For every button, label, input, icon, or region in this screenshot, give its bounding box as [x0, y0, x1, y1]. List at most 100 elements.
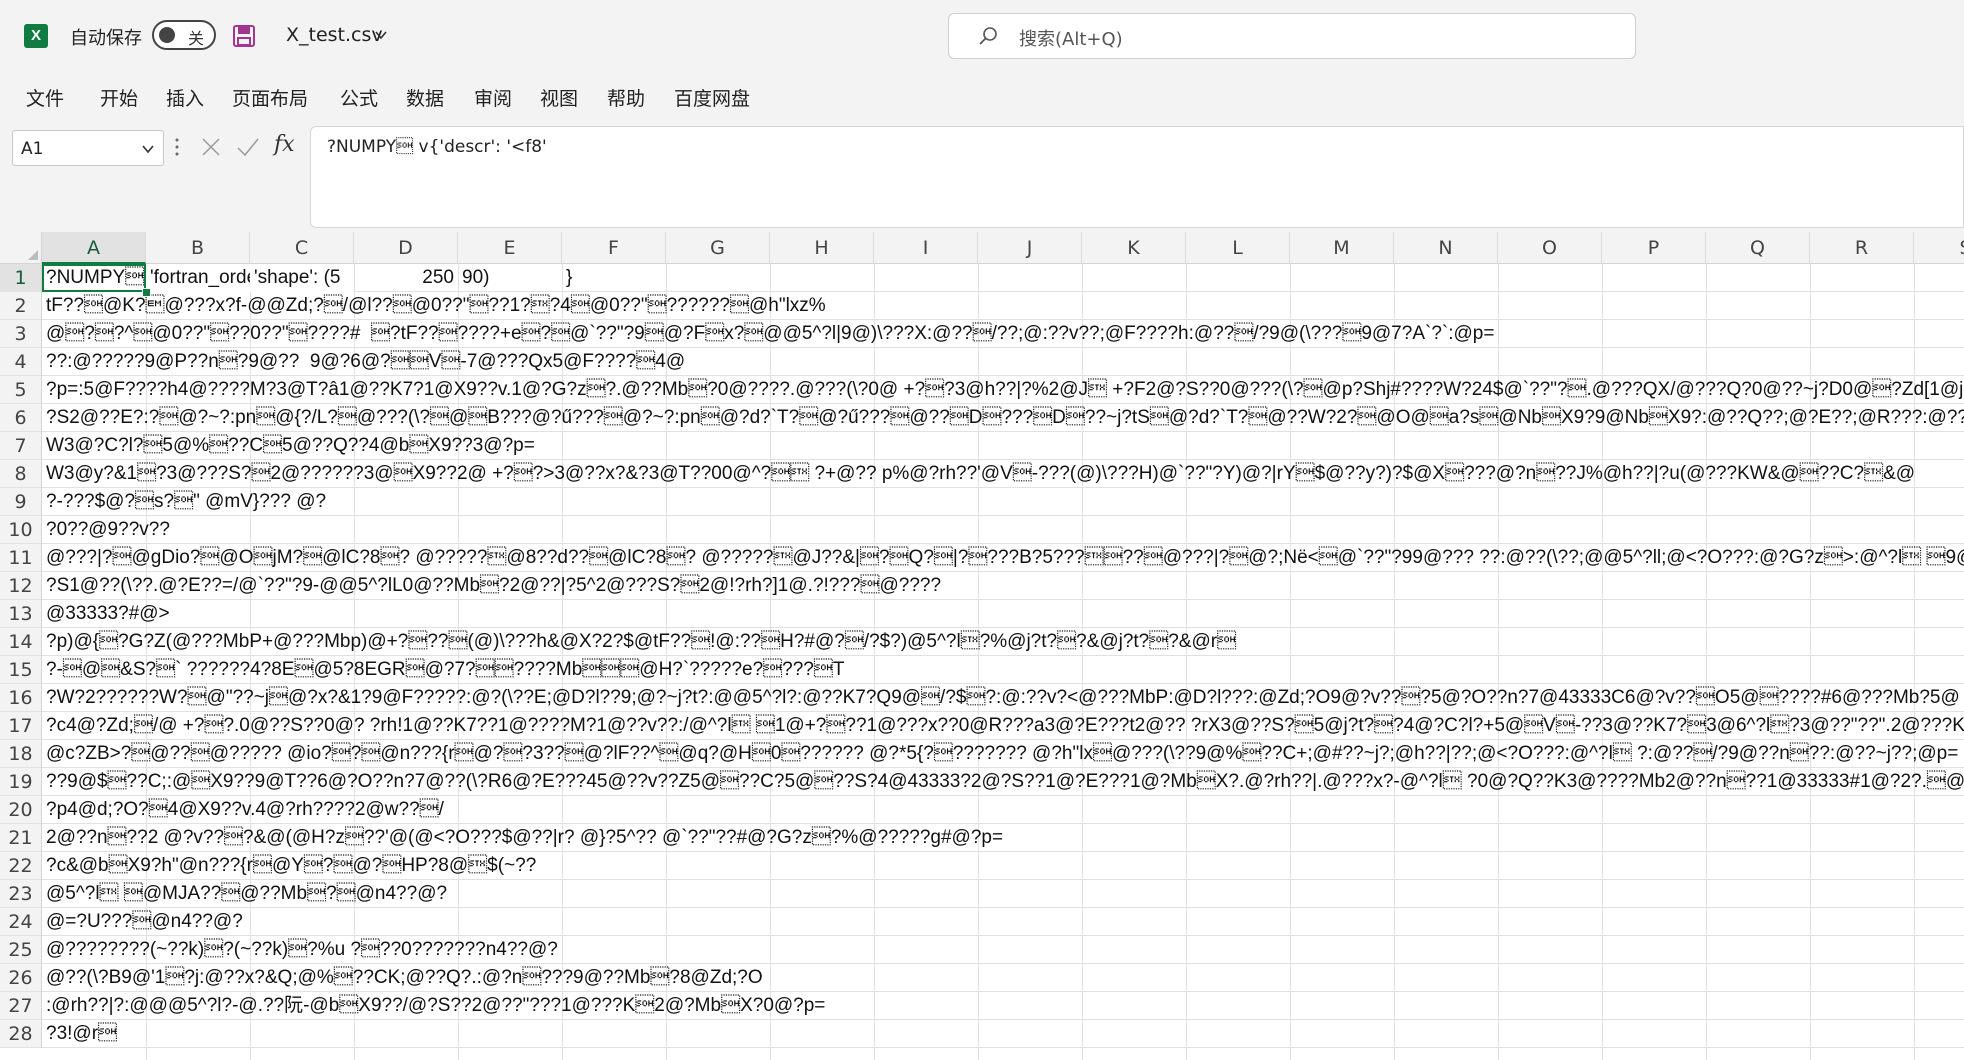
row-header-12[interactable]: 12 [0, 572, 42, 600]
row-header-21[interactable]: 21 [0, 824, 42, 852]
column-header-Q[interactable]: Q [1706, 232, 1810, 264]
cell-A22[interactable]: ?c&@bX9?h"@n???{r@Y?@?HP?8@$(~?? [42, 852, 536, 880]
column-header-O[interactable]: O [1498, 232, 1602, 264]
row-header-20[interactable]: 20 [0, 796, 42, 824]
cancel-icon[interactable] [200, 136, 222, 158]
row-header-28[interactable]: 28 [0, 1020, 42, 1048]
column-header-P[interactable]: P [1602, 232, 1706, 264]
row-header-13[interactable]: 13 [0, 600, 42, 628]
cell-A26[interactable]: @??(\?B9@'1?j:@??x?&Q;@%??CK;@??Q?.:@?… [42, 964, 763, 992]
cell-A4[interactable]: ??:@?????9@P??n?9@?? 9@?6@?V-7@???Qx… [42, 348, 685, 376]
row-header-7[interactable]: 7 [0, 432, 42, 460]
column-header-N[interactable]: N [1394, 232, 1498, 264]
column-header-C[interactable]: C [250, 232, 354, 264]
cell-A25[interactable]: @????????(~??k)?(~??k)?%u ???0???????… [42, 936, 558, 964]
tab-page-layout[interactable]: 页面布局 [232, 84, 308, 111]
cell-A18[interactable]: @c?ZB>?@??@????? @io??@n???{r@??3?… [42, 740, 1958, 768]
cell-C1[interactable]: 'shape': (5 [250, 264, 354, 292]
cell-F1[interactable]: } [562, 264, 666, 292]
select-all-corner[interactable] [0, 232, 42, 264]
checkmark-icon[interactable] [236, 136, 260, 158]
column-header-M[interactable]: M [1290, 232, 1394, 264]
row-header-2[interactable]: 2 [0, 292, 42, 320]
tab-help[interactable]: 帮助 [607, 84, 645, 111]
column-header-L[interactable]: L [1186, 232, 1290, 264]
tab-home[interactable]: 开始 [100, 84, 138, 111]
row-header-16[interactable]: 16 [0, 684, 42, 712]
tab-data[interactable]: 数据 [406, 84, 444, 111]
cell-A17[interactable]: ?c4@?Zd;/@ +??.0@??S??0@? ?rh!1@??K7??… [42, 712, 1964, 740]
row-header-26[interactable]: 26 [0, 964, 42, 992]
column-header-F[interactable]: F [562, 232, 666, 264]
column-header-B[interactable]: B [146, 232, 250, 264]
tab-insert[interactable]: 插入 [166, 84, 204, 111]
cell-A27[interactable]: :@rh??|?:@@@5^?l?-@.??阮-@bX9??/@?S??2@?… [42, 992, 825, 1020]
cell-A23[interactable]: @5^?l @MJA??@??Mb?@n4??@? [42, 880, 447, 908]
row-header-8[interactable]: 8 [0, 460, 42, 488]
cell-A11[interactable]: @???|?@gDio?@OjM?@lC?8? @?????@8??… [42, 544, 1964, 572]
autosave-toggle[interactable]: 关 [152, 20, 216, 50]
row-header-23[interactable]: 23 [0, 880, 42, 908]
row-header-11[interactable]: 11 [0, 544, 42, 572]
tab-baidu-netdisk[interactable]: 百度网盘 [674, 84, 750, 111]
row-header-9[interactable]: 9 [0, 488, 42, 516]
cell-A6[interactable]: ?S2@??E?:?@?~?:pn@{?/L?@???(\?@B???… [42, 404, 1964, 432]
column-header-I[interactable]: I [874, 232, 978, 264]
row-header-14[interactable]: 14 [0, 628, 42, 656]
column-header-E[interactable]: E [458, 232, 562, 264]
chevron-down-icon[interactable] [374, 28, 388, 42]
cell-A15[interactable]: ?-@&S?` ??????4?8E@5?8EGR@?7?????… [42, 656, 844, 684]
column-header-J[interactable]: J [978, 232, 1082, 264]
tab-formulas[interactable]: 公式 [340, 84, 378, 111]
cell-A19[interactable]: ??9@$??C;:@X9??9@T??6@?O??n?7@??(\?R6@… [42, 768, 1964, 796]
chevron-down-icon[interactable] [141, 142, 155, 156]
row-header-10[interactable]: 10 [0, 516, 42, 544]
row-header-24[interactable]: 24 [0, 908, 42, 936]
cell-A16[interactable]: ?W?2??????W?@"??~j@?x?&1?9@F?????:@?(\… [42, 684, 1960, 712]
cell-A21[interactable]: 2@??n??2 @?v???&@(@H?z??'@(@<?O???$@?… [42, 824, 1003, 852]
cell-B1[interactable]: 'fortran_order': False [146, 264, 250, 292]
cell-A3[interactable]: @??^@0??"??0??"????# ?tF??????+e… [42, 320, 1494, 348]
cell-A24[interactable]: @=?U???@n4??@? [42, 908, 243, 936]
cell-A2[interactable]: tF??@K?@???x?f-@@Zd;?/@l??@0??"??1?… [42, 292, 826, 320]
cell-A12[interactable]: ?S1@??(\??.@?E??=/@`??"?9-@@5^?lL0@??Mb… [42, 572, 941, 600]
row-header-3[interactable]: 3 [0, 320, 42, 348]
search-box[interactable]: 搜索(Alt+Q) [948, 13, 1636, 59]
spreadsheet-grid[interactable]: A B C D E F G H I J K L M N O P Q R S ?N… [0, 232, 1964, 1060]
column-header-A[interactable]: A [42, 232, 146, 264]
tab-file[interactable]: 文件 [26, 84, 64, 111]
row-header-27[interactable]: 27 [0, 992, 42, 1020]
row-header-17[interactable]: 17 [0, 712, 42, 740]
name-box[interactable]: A1 [12, 130, 164, 166]
cell-A13[interactable]: @33333?#@> [42, 600, 170, 628]
row-header-1[interactable]: 1 [0, 264, 42, 292]
cell-A7[interactable]: W3@?C?l?5@%??C5@??Q??4@bX9??3@?p= [42, 432, 535, 460]
column-header-G[interactable]: G [666, 232, 770, 264]
row-header-6[interactable]: 6 [0, 404, 42, 432]
column-header-R[interactable]: R [1810, 232, 1914, 264]
row-header-22[interactable]: 22 [0, 852, 42, 880]
row-header-5[interactable]: 5 [0, 376, 42, 404]
column-header-S[interactable]: S [1914, 232, 1964, 264]
formula-input[interactable]: ?NUMPY v{'descr': '<f8' [310, 126, 1964, 228]
row-header-18[interactable]: 18 [0, 740, 42, 768]
cell-A9[interactable]: ?-???$@?s?" @mV}??? @? [42, 488, 326, 516]
column-header-H[interactable]: H [770, 232, 874, 264]
insert-function-button[interactable]: fx [274, 132, 295, 157]
row-header-15[interactable]: 15 [0, 656, 42, 684]
column-header-D[interactable]: D [354, 232, 458, 264]
row-header-4[interactable]: 4 [0, 348, 42, 376]
cell-E1[interactable]: 90) [458, 264, 562, 292]
fill-handle[interactable] [142, 288, 151, 297]
cell-A14[interactable]: ?p)@{?G?Z(@???MbP+@???Mbp)@+???(@)\??… [42, 628, 1236, 656]
file-name[interactable]: X_test.csv [286, 24, 383, 46]
cell-A20[interactable]: ?p4@d;?O?4@X9??v.4@?rh????2@w??/ [42, 796, 444, 824]
column-header-K[interactable]: K [1082, 232, 1186, 264]
cell-A8[interactable]: W3@y?&1?3@???S?2@??????3@X9??2@ +??>… [42, 460, 1915, 488]
tab-view[interactable]: 视图 [540, 84, 578, 111]
save-icon[interactable] [232, 24, 256, 48]
cell-A5[interactable]: ?p=:5@F????h4@????M?3@T?â1@??K7?1@X9??v.… [42, 376, 1964, 404]
row-header-25[interactable]: 25 [0, 936, 42, 964]
tab-review[interactable]: 审阅 [474, 84, 512, 111]
more-dots-icon[interactable] [174, 136, 180, 158]
